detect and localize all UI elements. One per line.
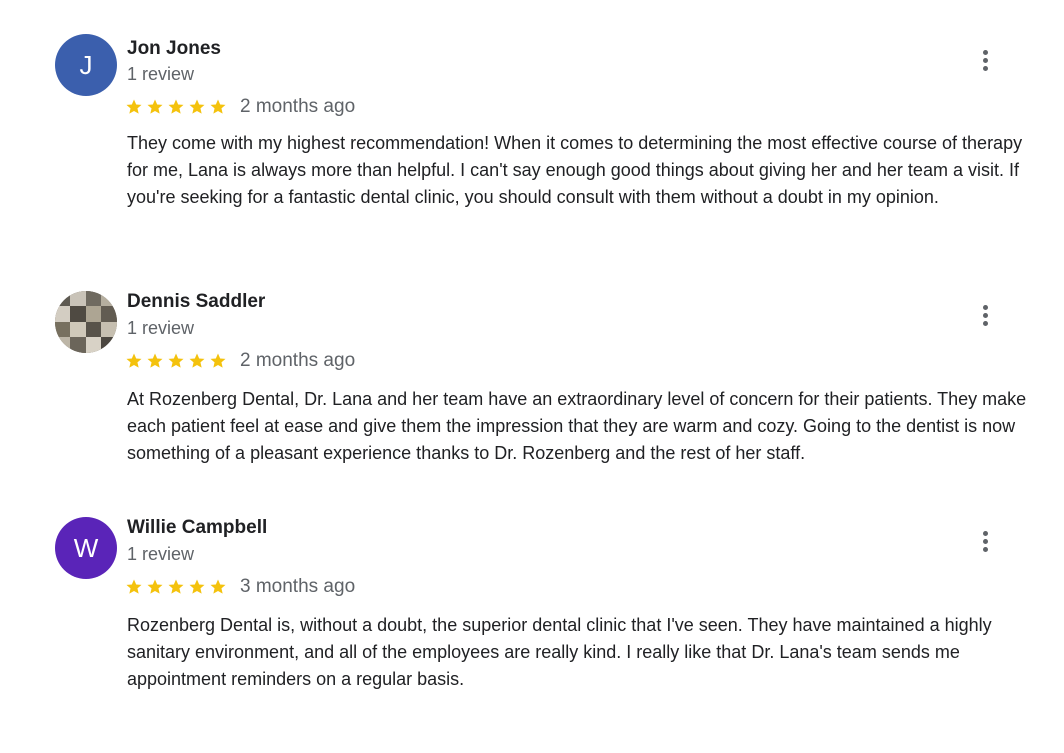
avatar[interactable]: W bbox=[55, 517, 117, 579]
more-vert-dot bbox=[982, 65, 988, 71]
star-icon bbox=[189, 353, 205, 368]
star-rating bbox=[125, 98, 227, 116]
avatar-initial: W bbox=[73, 532, 99, 563]
more-options-button[interactable] bbox=[973, 46, 997, 74]
reviewer-name[interactable]: Willie Campbell bbox=[127, 517, 267, 539]
star-icon bbox=[168, 353, 184, 368]
more-vert-icon bbox=[982, 304, 988, 310]
star-icon bbox=[189, 99, 205, 114]
review-text: Rozenberg Dental is, without a doubt, th… bbox=[127, 615, 992, 689]
star-icon bbox=[189, 579, 205, 594]
more-vert-dot bbox=[982, 546, 988, 552]
star-icon bbox=[168, 99, 184, 114]
star-icon bbox=[210, 579, 226, 594]
avatar-initial: J bbox=[79, 49, 93, 80]
more-vert-icon bbox=[982, 49, 988, 55]
star-icon bbox=[210, 353, 226, 368]
more-vert-dot bbox=[982, 57, 988, 63]
star-icon bbox=[126, 99, 142, 114]
star-icon bbox=[147, 353, 163, 368]
rating-row: 3 months ago bbox=[125, 575, 355, 599]
star-icon bbox=[147, 99, 163, 114]
rating-row: 2 months ago bbox=[125, 95, 355, 119]
more-vert-dot bbox=[982, 538, 988, 544]
rating-row: 2 months ago bbox=[125, 349, 355, 373]
avatar-photo-image bbox=[55, 291, 117, 353]
star-icon bbox=[126, 353, 142, 368]
review-time: 3 months ago bbox=[240, 576, 356, 597]
review-count[interactable]: 1 review bbox=[127, 543, 194, 565]
star-icon bbox=[147, 579, 163, 594]
review-text: They come with my highest recommendation… bbox=[127, 133, 1023, 207]
star-icon bbox=[168, 579, 184, 594]
review-time: 2 months ago bbox=[240, 350, 356, 371]
reviewer-name[interactable]: Jon Jones bbox=[127, 38, 221, 60]
review-count[interactable]: 1 review bbox=[127, 63, 194, 85]
avatar[interactable] bbox=[55, 291, 117, 353]
star-icon bbox=[210, 99, 226, 114]
more-options-button[interactable] bbox=[973, 527, 997, 555]
star-rating bbox=[125, 352, 227, 370]
avatar[interactable]: J bbox=[55, 34, 117, 96]
review-time: 2 months ago bbox=[240, 96, 356, 117]
review-text: At Rozenberg Dental, Dr. Lana and her te… bbox=[127, 389, 1027, 463]
more-vert-dot bbox=[982, 312, 988, 318]
review-count[interactable]: 1 review bbox=[127, 317, 194, 339]
star-rating bbox=[125, 578, 227, 596]
more-options-button[interactable] bbox=[973, 301, 997, 329]
reviewer-name[interactable]: Dennis Saddler bbox=[127, 291, 265, 313]
more-vert-dot bbox=[982, 320, 988, 326]
star-icon bbox=[126, 579, 142, 594]
more-vert-icon bbox=[982, 530, 988, 536]
